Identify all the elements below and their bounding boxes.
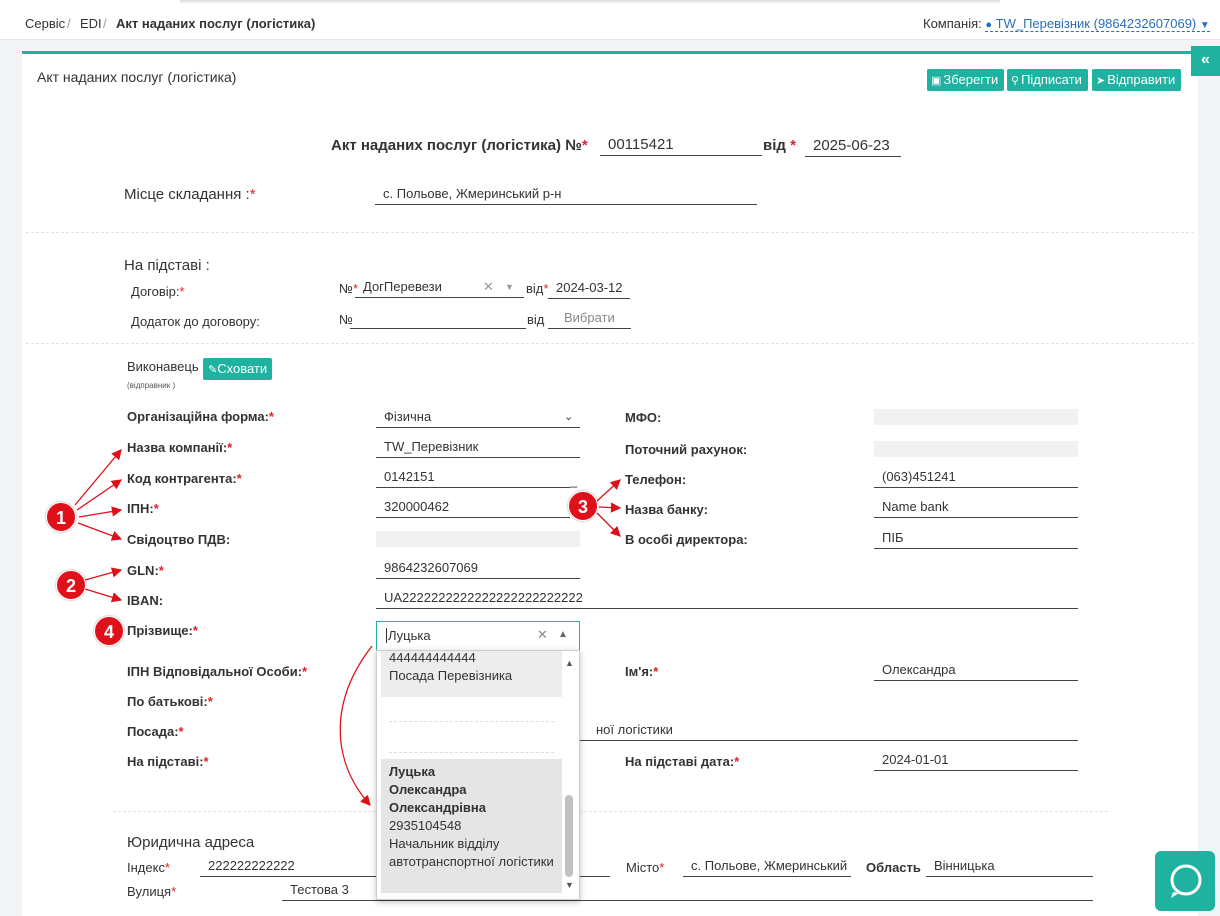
- annotation-marker-4: 4: [94, 616, 124, 646]
- annotation-marker-3: 3: [568, 491, 598, 521]
- annotation-arrows: [74, 449, 622, 806]
- annotation-marker-1: 1: [46, 502, 76, 532]
- chat-bubble-icon: [1170, 864, 1202, 898]
- annotation-marker-2: 2: [56, 570, 86, 600]
- chat-widget-button[interactable]: [1155, 851, 1215, 911]
